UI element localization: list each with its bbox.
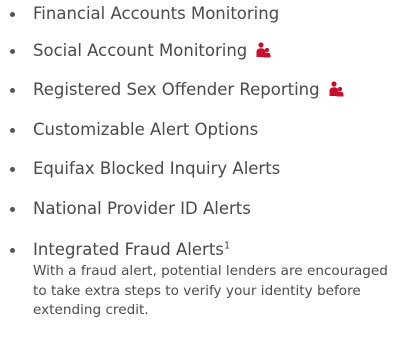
feature-note: With a fraud alert, potential lenders ar… xyxy=(33,263,388,318)
footnote-marker: 1 xyxy=(223,240,231,252)
feature-label: Social Account Monitoring xyxy=(33,41,248,60)
bullet xyxy=(10,248,15,253)
feature-label: Financial Accounts Monitoring xyxy=(33,4,280,23)
bullet xyxy=(10,12,15,17)
feature-label: National Provider ID Alerts xyxy=(33,199,251,218)
bullet xyxy=(10,128,15,133)
bullet xyxy=(10,167,15,172)
feature-label-text: Integrated Fraud Alerts xyxy=(33,240,224,259)
feature-label: Customizable Alert Options xyxy=(33,120,259,139)
bullet xyxy=(10,49,15,54)
feature-label: Integrated Fraud Alerts1 xyxy=(33,240,230,259)
feature-label: Equifax Blocked Inquiry Alerts xyxy=(33,159,281,178)
bullet xyxy=(10,207,15,212)
bullet xyxy=(10,88,15,93)
family-icon xyxy=(256,42,271,58)
feature-label: Registered Sex Offender Reporting xyxy=(33,80,320,99)
family-icon xyxy=(329,81,344,97)
